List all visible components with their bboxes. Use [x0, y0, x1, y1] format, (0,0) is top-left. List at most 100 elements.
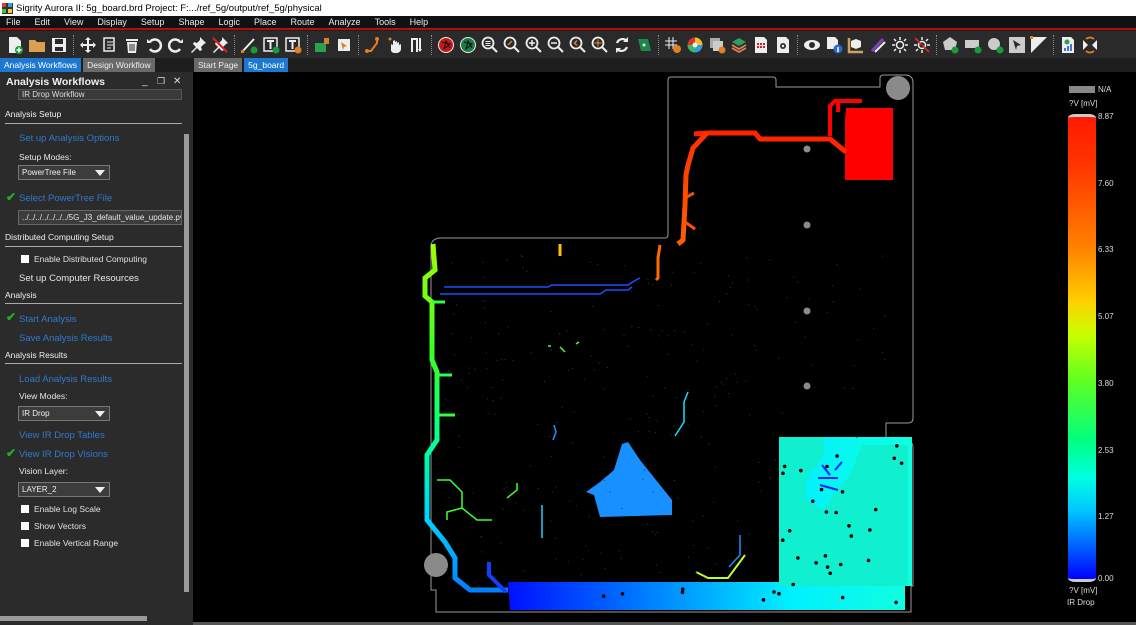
- via-dot: [466, 386, 468, 388]
- powertree-path-field[interactable]: ../../../../../../../5G_J3_default_value…: [18, 210, 182, 225]
- delete-icon[interactable]: [121, 34, 143, 56]
- checkbox-box[interactable]: [21, 505, 29, 513]
- undo-icon[interactable]: [143, 34, 165, 56]
- tab-start-page[interactable]: Start Page: [194, 58, 243, 72]
- menu-help[interactable]: Help: [403, 17, 436, 27]
- select-powertree-file-link[interactable]: Select PowerTree File: [19, 193, 112, 204]
- setup-computer-resources-link[interactable]: Set up Computer Resources: [19, 273, 139, 284]
- open-folder-icon[interactable]: [26, 34, 48, 56]
- minimize-icon[interactable]: _: [142, 76, 148, 87]
- diagonal-icon[interactable]: [1028, 34, 1050, 56]
- panel-horizontal-scrollbar[interactable]: [0, 616, 147, 621]
- board-view-icon[interactable]: [633, 34, 655, 56]
- plane-void: [834, 510, 838, 515]
- menu-logic[interactable]: Logic: [211, 17, 247, 27]
- menu-view[interactable]: View: [57, 17, 90, 27]
- menu-file[interactable]: File: [0, 17, 28, 27]
- tab-design-workflow[interactable]: Design Workflow: [83, 58, 155, 72]
- menu-edit[interactable]: Edit: [28, 17, 58, 27]
- via-dot: [550, 349, 552, 351]
- swap-icon[interactable]: [406, 34, 428, 56]
- pin-icon[interactable]: [187, 34, 209, 56]
- move-icon[interactable]: [77, 34, 99, 56]
- unpin-icon[interactable]: [209, 34, 231, 56]
- redo-icon[interactable]: [165, 34, 187, 56]
- setup-modes-select[interactable]: PowerTree File: [18, 165, 110, 180]
- view-ir-drop-visions-link[interactable]: View IR Drop Visions: [19, 449, 108, 460]
- visibility-eye-icon[interactable]: [801, 34, 823, 56]
- result-report-icon[interactable]: [1057, 34, 1079, 56]
- view-ir-drop-tables-link[interactable]: View IR Drop Tables: [19, 430, 105, 441]
- menu-route[interactable]: Route: [284, 17, 322, 27]
- vision-layer-select[interactable]: LAYER_2: [18, 482, 110, 497]
- ratsnest-red-icon[interactable]: [435, 34, 457, 56]
- checkbox-box[interactable]: [21, 522, 29, 530]
- start-analysis-link[interactable]: Start Analysis: [19, 314, 77, 325]
- add-line-icon[interactable]: [238, 34, 260, 56]
- add-rectangle-icon[interactable]: [962, 34, 984, 56]
- tab-5g-board[interactable]: 5g_board: [244, 58, 289, 72]
- zoom-previous-icon[interactable]: [567, 34, 589, 56]
- refresh-icon[interactable]: [611, 34, 633, 56]
- menu-setup[interactable]: Setup: [134, 17, 172, 27]
- workflow-select[interactable]: IR Drop Workflow: [18, 89, 182, 100]
- menu-place[interactable]: Place: [247, 17, 284, 27]
- add-circle-icon[interactable]: [984, 34, 1006, 56]
- save-analysis-results-link[interactable]: Save Analysis Results: [19, 333, 112, 344]
- chip-select-icon[interactable]: [333, 34, 355, 56]
- info-doc-icon[interactable]: [823, 34, 845, 56]
- add-text-icon[interactable]: [260, 34, 282, 56]
- view-modes-select[interactable]: IR Drop: [18, 406, 110, 421]
- float-icon[interactable]: ❐: [157, 76, 165, 87]
- highlight-icon[interactable]: [889, 34, 911, 56]
- layer-visibility-icon[interactable]: [706, 34, 728, 56]
- save-icon[interactable]: [48, 34, 70, 56]
- via-dot: [603, 388, 605, 390]
- menu-shape[interactable]: Shape: [171, 17, 211, 27]
- enable-distributed-computing-checkbox[interactable]: Enable Distributed Computing: [21, 254, 147, 264]
- route-icon[interactable]: [362, 34, 384, 56]
- zoom-fit-icon[interactable]: [501, 34, 523, 56]
- color-wheel-icon[interactable]: [684, 34, 706, 56]
- via-dot: [453, 354, 455, 356]
- checkbox-box[interactable]: [21, 539, 29, 547]
- hand-route-icon[interactable]: [384, 34, 406, 56]
- menu-display[interactable]: Display: [90, 17, 134, 27]
- add-polygon-icon[interactable]: [940, 34, 962, 56]
- load-analysis-results-link[interactable]: Load Analysis Results: [19, 374, 112, 385]
- menu-analyze[interactable]: Analyze: [322, 17, 368, 27]
- setup-analysis-options-link[interactable]: Set up Analysis Options: [19, 133, 119, 144]
- copy-icon[interactable]: [99, 34, 121, 56]
- via-dot: [550, 455, 552, 457]
- trace-orange-drop: [654, 244, 662, 282]
- zoom-list-icon[interactable]: [479, 34, 501, 56]
- menu-tools[interactable]: Tools: [368, 17, 403, 27]
- enable-log-scale-checkbox[interactable]: Enable Log Scale: [21, 504, 101, 514]
- report-icon[interactable]: [750, 34, 772, 56]
- board-canvas[interactable]: [193, 72, 1136, 623]
- measure-3d-icon[interactable]: [845, 34, 867, 56]
- palette-icon[interactable]: [867, 34, 889, 56]
- edit-text-icon[interactable]: [282, 34, 304, 56]
- grid-icon[interactable]: [662, 34, 684, 56]
- component-icon[interactable]: [311, 34, 333, 56]
- close-icon[interactable]: ✕: [173, 76, 181, 87]
- dehighlight-icon[interactable]: [911, 34, 933, 56]
- new-file-icon[interactable]: [4, 34, 26, 56]
- select-icon[interactable]: [1006, 34, 1028, 56]
- show-vectors-checkbox[interactable]: Show Vectors: [21, 521, 86, 531]
- via-dot: [526, 271, 528, 272]
- settings-doc-icon[interactable]: [772, 34, 794, 56]
- zoom-center-icon[interactable]: [589, 34, 611, 56]
- zoom-in-icon[interactable]: [523, 34, 545, 56]
- exchange-icon[interactable]: [1079, 34, 1101, 56]
- zoom-out-icon[interactable]: [545, 34, 567, 56]
- via-dot: [468, 367, 470, 369]
- panel-vertical-scrollbar[interactable]: [184, 134, 189, 592]
- checkbox-box[interactable]: [21, 255, 29, 263]
- enable-vertical-range-checkbox[interactable]: Enable Vertical Range: [21, 538, 118, 548]
- ir-drop-board-view[interactable]: [193, 72, 1136, 623]
- layers-stack-icon[interactable]: [728, 34, 750, 56]
- tab-analysis-workflows[interactable]: Analysis Workflows: [0, 58, 82, 72]
- ratsnest-green-icon[interactable]: [457, 34, 479, 56]
